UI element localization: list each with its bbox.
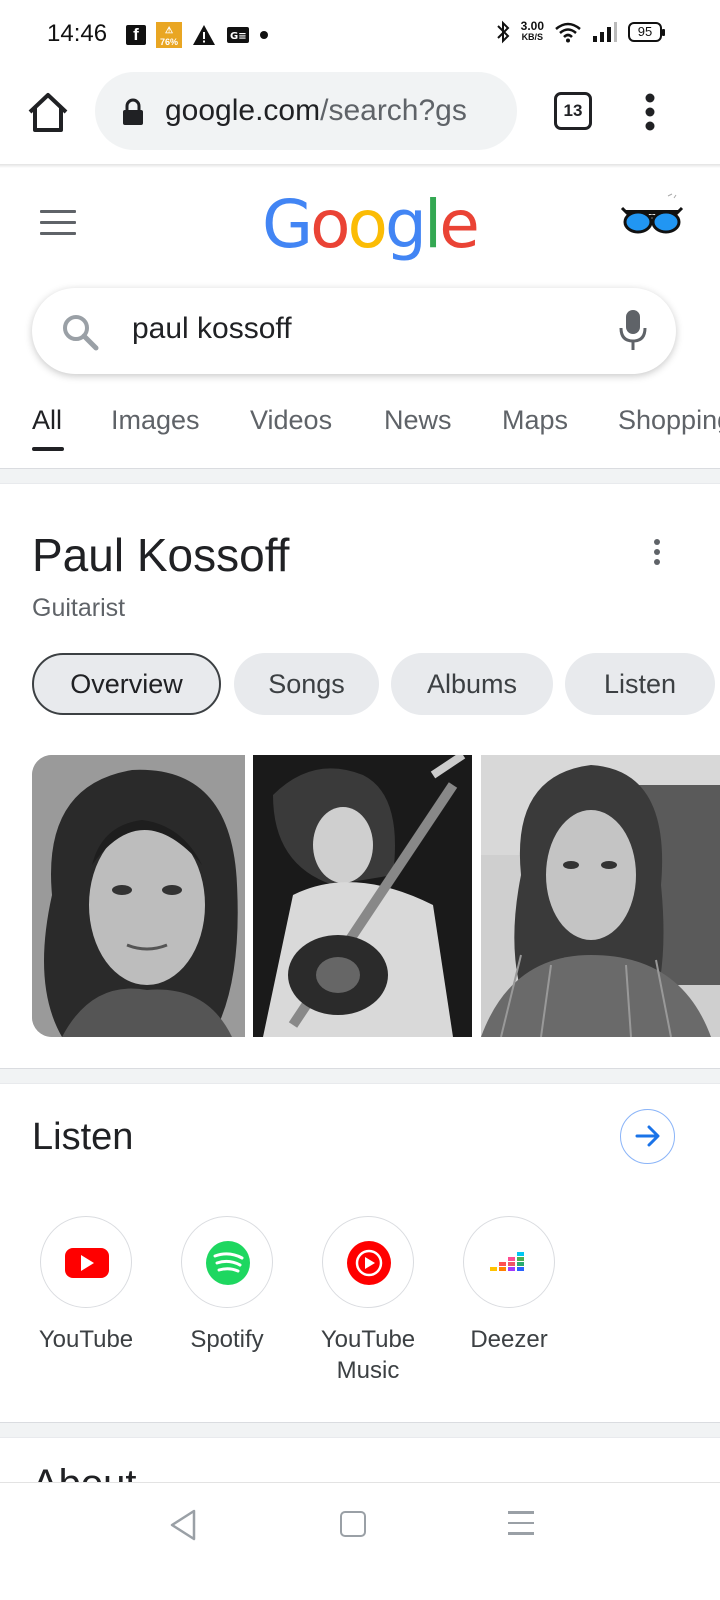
youtube-music-icon [347,1241,391,1285]
url-text: google.com/search?gs [165,94,467,127]
listen-providers: YouTube Spotify YouTube Music Deezer [0,1216,720,1396]
google-logo-letter: g [384,186,427,263]
youtube-music-logo-circle [322,1216,414,1308]
portrait-photo[interactable] [32,755,245,1037]
avatar[interactable] [620,190,684,242]
tab-switcher-button[interactable]: 13 [554,92,592,130]
google-logo-letter: o [310,186,350,263]
notification-icons: f ⚠ 76% G≡ [126,22,268,48]
wifi-icon [555,22,581,43]
google-logo[interactable]: Google [262,186,480,263]
portrait-photo[interactable] [481,755,720,1037]
microphone-icon[interactable] [618,308,648,352]
deezer-logo-circle [463,1216,555,1308]
menu-icon[interactable] [40,210,78,238]
lock-icon [123,98,143,125]
spotify-logo-circle [181,1216,273,1308]
system-nav-bar [0,1482,720,1600]
signal-icon [593,22,617,42]
provider-youtube-music[interactable]: YouTube Music [298,1216,438,1386]
search-box[interactable]: paul kossoff [32,288,676,374]
recents-icon[interactable] [508,1511,536,1537]
image-carousel [32,755,720,1037]
knowledge-panel-chips: Overview Songs Albums Listen [32,653,720,717]
search-tabs: All Images Videos News Maps Shopping [32,405,720,455]
google-logo-letter: o [347,186,388,263]
toolbar-divider [0,164,720,168]
section-divider [0,468,720,484]
chip-songs[interactable]: Songs [234,653,379,715]
provider-label: YouTube Music [320,1326,416,1384]
search-icon [63,315,99,351]
more-vert-icon[interactable] [650,538,664,570]
browser-toolbar: google.com/search?gs 13 [0,70,720,166]
status-bar: 14:46 f ⚠ 76% G≡ 3.00 KB/S 95 [0,0,720,70]
chip-listen[interactable]: Listen [565,653,715,715]
home-nav-icon[interactable] [340,1511,366,1537]
google-logo-letter: l [423,186,442,263]
listen-more-button[interactable] [620,1109,675,1164]
tab-videos[interactable]: Videos [250,405,332,436]
knowledge-panel-title: Paul Kossoff [32,529,290,581]
spotify-icon [206,1241,250,1285]
tab-images[interactable]: Images [111,405,200,436]
chip-albums[interactable]: Albums [391,653,553,715]
youtube-icon [65,1248,109,1278]
provider-label: Spotify [190,1326,264,1353]
provider-spotify[interactable]: Spotify [157,1216,297,1355]
battery-icon: 95 [628,22,665,42]
network-speed: 3.00 KB/S [520,19,544,42]
dot-icon [260,31,268,39]
system-icons: 3.00 KB/S 95 [495,19,665,44]
provider-youtube[interactable]: YouTube [16,1216,156,1355]
url-bar[interactable]: google.com/search?gs [95,72,517,150]
svg-text:G≡: G≡ [230,31,247,42]
chip-overview[interactable]: Overview [32,653,221,715]
section-divider [0,1068,720,1084]
home-icon[interactable] [24,88,72,136]
news-icon: G≡ [227,27,249,43]
active-tab-indicator [32,447,64,451]
knowledge-panel-subtitle: Guitarist [32,594,126,622]
provider-label: Deezer [470,1326,548,1353]
status-time: 14:46 [47,20,108,47]
app-notification-icon: ⚠ 76% [156,22,182,48]
google-logo-letter: e [439,186,480,263]
tab-news[interactable]: News [384,405,452,436]
youtube-logo-circle [40,1216,132,1308]
provider-label: YouTube [38,1326,134,1353]
arrow-right-icon [635,1125,660,1147]
listen-title: Listen [32,1116,134,1158]
section-divider [0,1422,720,1438]
guitar-performance-photo[interactable] [253,755,472,1037]
google-logo-letter: G [262,186,313,263]
tab-all[interactable]: All [32,405,62,436]
tab-maps[interactable]: Maps [502,405,568,436]
more-vert-icon[interactable] [630,88,670,136]
search-input[interactable]: paul kossoff [132,312,292,346]
about-section-title: About [32,1462,137,1484]
back-icon[interactable] [168,1507,200,1543]
provider-deezer[interactable]: Deezer [439,1216,579,1355]
bluetooth-icon [496,20,510,44]
tab-shopping[interactable]: Shopping [618,405,720,436]
facebook-icon: f [126,25,146,45]
warning-icon [193,25,215,45]
deezer-icon [490,1252,524,1271]
